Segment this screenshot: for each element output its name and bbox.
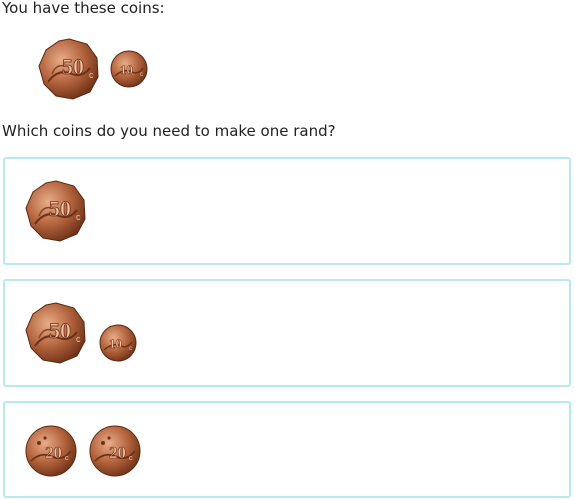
answer-choice-c[interactable]: 20 c 20 c [3, 401, 571, 498]
coin-10c-icon: 10 c [99, 324, 137, 362]
answer-choice-a[interactable]: 50 c [3, 157, 571, 265]
coin-10c-unit: c [129, 346, 132, 352]
coin-50c-value: 50 [62, 54, 84, 79]
choice-b-coins: 50 c 10 c [25, 302, 137, 364]
coin-50c-icon: 50 c [25, 180, 87, 242]
coin-50c-unit: c [89, 70, 94, 80]
choice-c-coins: 20 c 20 c [25, 425, 141, 477]
coin-50c-unit: c [76, 334, 81, 344]
coin-20c-value: 20 [45, 443, 62, 462]
coin-10c-value: 10 [120, 62, 133, 77]
coin-20c-unit: c [65, 455, 69, 462]
choice-a-coins: 50 c [25, 180, 87, 242]
instruction-text: You have these coins: [2, 0, 165, 17]
question-text: Which coins do you need to make one rand… [2, 122, 336, 140]
available-coins: 50 c 10 c [38, 38, 148, 100]
coin-50c-icon: 50 c [25, 302, 87, 364]
coin-20c-icon: 20 c [89, 425, 141, 477]
coin-10c-value: 10 [109, 336, 122, 351]
coin-10c-icon: 10 c [110, 50, 148, 88]
coin-50c-icon: 50 c [38, 38, 100, 100]
coin-50c-value: 50 [49, 196, 71, 221]
coin-10c-unit: c [140, 72, 143, 78]
coin-20c-unit: c [129, 455, 133, 462]
coin-20c-icon: 20 c [25, 425, 77, 477]
coin-50c-value: 50 [49, 318, 71, 343]
answer-choice-b[interactable]: 50 c 10 c [3, 279, 571, 387]
coin-20c-value: 20 [109, 443, 126, 462]
coin-50c-unit: c [76, 212, 81, 222]
